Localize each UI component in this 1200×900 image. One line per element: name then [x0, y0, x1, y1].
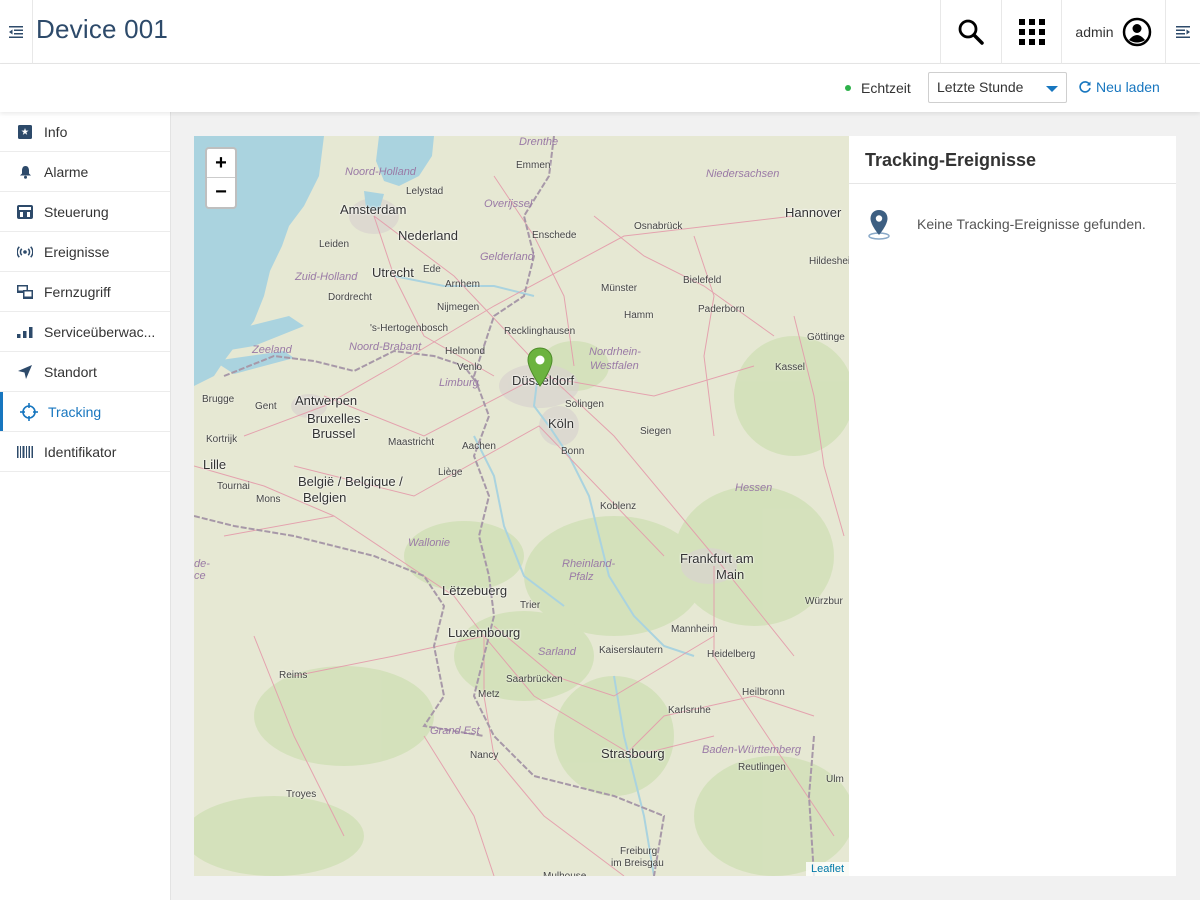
top-bar: Device 001 admin [0, 0, 1200, 64]
sidebar-item-info[interactable]: Info [0, 112, 170, 152]
location-arrow-icon [16, 363, 34, 381]
indent-icon [1176, 26, 1190, 38]
search-icon [958, 19, 984, 45]
outdent-icon [9, 26, 23, 38]
realtime-status-dot [845, 85, 851, 91]
bell-icon [16, 163, 34, 181]
sidebar-item-remote-access[interactable]: Fernzugriff [0, 272, 170, 312]
sidebar-item-label: Ereignisse [44, 243, 110, 260]
remote-icon [16, 283, 34, 301]
sidebar-item-label: Info [44, 123, 68, 140]
barcode-icon [16, 443, 34, 461]
user-avatar-icon [1122, 17, 1151, 47]
realtime-label: Echtzeit [861, 80, 911, 96]
bar-chart-icon [16, 323, 34, 341]
left-panel-toggle-button[interactable] [0, 0, 33, 64]
empty-message: Keine Tracking-Ereignisse gefunden. [917, 216, 1146, 232]
map-tiles [194, 136, 849, 876]
panel-title: Tracking-Ereignisse [849, 136, 1176, 184]
right-drawer-toggle-button[interactable] [1165, 0, 1200, 64]
user-name: admin [1075, 24, 1114, 40]
sidebar-item-label: Identifikator [44, 443, 117, 460]
top-icons: admin [940, 0, 1200, 64]
sidebar-item-label: Standort [44, 363, 97, 380]
reload-label: Neu laden [1096, 79, 1160, 95]
zoom-control: + − [205, 147, 237, 209]
map-attribution-link[interactable]: Leaflet [805, 862, 849, 876]
sidebar-item-label: Steuerung [44, 203, 109, 220]
tracking-events-panel: Tracking-Ereignisse Keine Tracking-Ereig… [849, 136, 1176, 876]
time-range-select[interactable]: Letzte Stunde [928, 72, 1067, 103]
sidebar-item-alarms[interactable]: Alarme [0, 152, 170, 192]
sidebar-item-events[interactable]: Ereignisse [0, 232, 170, 272]
zoom-out-button[interactable]: − [207, 178, 235, 207]
map[interactable]: Drenthe Emmen Noord-Holland Lelystad Overijs… [194, 136, 849, 876]
caret-down-icon [1046, 86, 1058, 92]
sidebar-item-label: Tracking [48, 403, 102, 420]
map-pin-icon [868, 210, 890, 240]
refresh-icon [1079, 81, 1091, 93]
info-icon [16, 123, 34, 141]
sidebar-item-label: Fernzugriff [44, 283, 111, 300]
broadcast-icon [16, 243, 34, 261]
page-title: Device 001 [36, 14, 169, 44]
realtime-toggle[interactable]: Echtzeit [845, 80, 911, 96]
sidebar-item-label: Alarme [44, 163, 89, 180]
search-button[interactable] [940, 0, 1001, 64]
user-menu-button[interactable]: admin [1061, 0, 1165, 64]
sidebar-item-control[interactable]: Steuerung [0, 192, 170, 232]
sidebar-item-service-monitoring[interactable]: Serviceüberwac... [0, 312, 170, 352]
app-switcher-button[interactable] [1001, 0, 1061, 64]
sidebar-item-tracking[interactable]: Tracking [0, 392, 170, 432]
reload-button[interactable]: Neu laden [1078, 79, 1160, 95]
zoom-in-button[interactable]: + [207, 149, 235, 178]
sidebar-item-location[interactable]: Standort [0, 352, 170, 392]
control-icon [16, 203, 34, 221]
sidebar-item-label: Serviceüberwac... [44, 323, 156, 340]
action-bar: Echtzeit Letzte Stunde Neu laden [0, 64, 1200, 112]
apps-grid-icon [1018, 19, 1045, 45]
crosshair-icon [20, 402, 38, 421]
location-marker-icon[interactable] [527, 347, 553, 387]
sidebar-item-identifier[interactable]: Identifikator [0, 432, 170, 472]
time-range-value: Letzte Stunde [937, 79, 1024, 95]
empty-state: Keine Tracking-Ereignisse gefunden. [865, 208, 1146, 240]
sidebar: Info Alarme Steuerung Ereignisse Fernzug… [0, 112, 171, 900]
